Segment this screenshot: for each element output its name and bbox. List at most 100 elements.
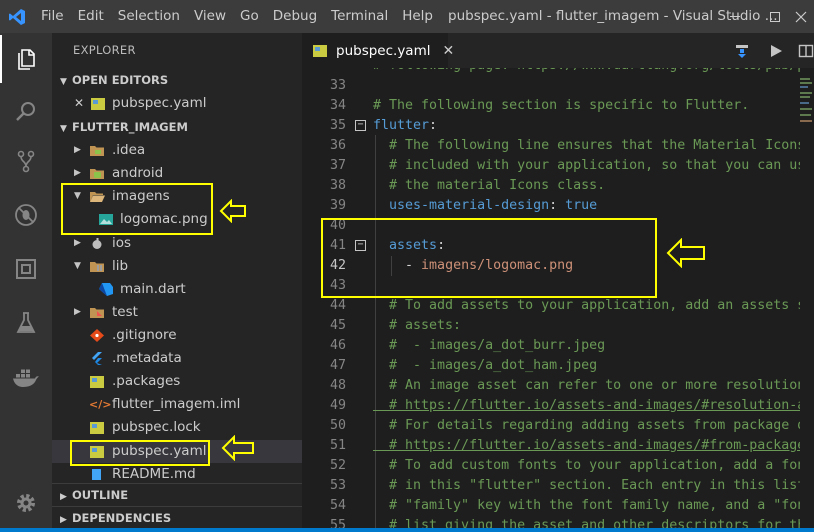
yaml-colon: : [549,198,558,213]
minimap-line [800,78,810,80]
title-bar: File Edit Selection View Go Debug Termin… [0,0,814,33]
open-editor-item[interactable]: ✕ pubspec.yaml [52,92,302,115]
code-text: # assets: [373,318,462,333]
line-number: 35 [329,118,346,133]
yaml-key: uses-material-design [389,198,550,213]
code-text: # the material Icons class. [373,178,606,193]
split-editor-icon [798,44,814,58]
split-editor-button[interactable] [796,41,814,61]
open-editors-label: OPEN EDITORS [72,73,169,87]
line-number: 50 [329,418,346,433]
code-text: # included with your application, so tha… [389,158,813,173]
settings-button[interactable] [0,479,52,527]
chevron-right-icon: ▶ [60,492,67,502]
project-header[interactable]: ▼ FLUTTER_IMAGEM [52,116,302,138]
tab-label: pubspec.yaml [336,42,431,59]
line-number: 48 [329,378,346,393]
close-icon [795,11,807,22]
close-window-button[interactable] [788,0,814,33]
fold-toggle-icon[interactable]: − [355,120,366,131]
code-line-34: 34 # The following section is specific to… [302,96,814,116]
code-editor[interactable]: # following page: https://www.dartlang.o… [302,68,814,532]
play-icon [771,45,782,57]
code-line-46: 46 # - images/a_dot_burr.jpeg [302,336,814,356]
minimize-icon [730,16,740,17]
source-control-view-button[interactable] [0,137,52,185]
code-line-33: 33 [302,76,814,96]
open-editor-label: pubspec.yaml [112,95,207,111]
dependencies-header[interactable]: ▶ DEPENDENCIES [52,506,302,528]
menu-edit[interactable]: Edit [71,0,111,33]
docker-view-button[interactable] [0,353,52,401]
code-line-44: 44 # To add assets to your application, … [302,296,814,316]
menu-view[interactable]: View [187,0,233,33]
tree-label: android [112,165,164,181]
menu-file[interactable]: File [34,0,71,33]
search-view-button[interactable] [0,87,52,135]
line-number: 34 [329,98,346,113]
code-line-48: 48 # An image asset can refer to one or … [302,376,814,396]
code-link[interactable]: # https://flutter.io/assets-and-images/#… [373,436,813,456]
menu-terminal[interactable]: Terminal [324,0,395,33]
tree-item-iml[interactable]: </> flutter_imagem.iml [52,393,302,416]
tree-item-pubspec-lock[interactable]: pubspec.lock [52,416,302,439]
open-changes-button[interactable] [732,41,752,61]
line-number: 44 [329,298,346,313]
open-editors-header[interactable]: ▼ OPEN EDITORS [52,69,302,91]
markdown-file-icon [89,467,105,482]
minimap[interactable] [800,68,814,532]
tree-label: main.dart [120,281,186,297]
annotation-arrow-icon [666,238,705,268]
code-text: # - images/a_dot_ham.jpeg [373,358,598,373]
tab-close-icon[interactable]: ✕ [442,43,454,59]
tree-item-lib[interactable]: ▼ lib [52,255,302,278]
menu-debug[interactable]: Debug [266,0,324,33]
explorer-view-button[interactable] [0,35,52,83]
code-line-37: 37 # included with your application, so … [302,156,814,176]
tree-item-gitignore[interactable]: .gitignore [52,324,302,347]
code-link[interactable]: # https://flutter.io/assets-and-images/#… [373,396,814,416]
tree-item-main-dart[interactable]: main.dart [52,278,302,301]
code-line-52: 52 # To add custom fonts to your applica… [302,456,814,476]
annotation-box-assets [321,218,657,298]
tree-item-metadata[interactable]: .metadata [52,347,302,370]
tab-pubspec-yaml[interactable]: pubspec.yaml ✕ [302,33,454,68]
menu-selection[interactable]: Selection [111,0,187,33]
code-line-38: 38 # the material Icons class. [302,176,814,196]
menu-help[interactable]: Help [395,0,440,33]
close-editor-icon[interactable]: ✕ [74,92,84,115]
line-number: 39 [329,198,346,213]
line-number: 45 [329,318,346,333]
run-button[interactable] [766,41,786,61]
chevron-right-icon: ▶ [74,307,81,317]
debug-view-button[interactable] [0,191,52,239]
tree-item-idea[interactable]: ▶ .idea [52,139,302,162]
project-label: FLUTTER_IMAGEM [72,120,188,134]
explorer-title: EXPLORER [73,43,136,57]
tree-label: .packages [112,373,181,389]
line-number: 36 [329,138,346,153]
menu-go[interactable]: Go [233,0,266,33]
outline-label: OUTLINE [72,488,129,502]
outline-header[interactable]: ▶ OUTLINE [52,483,302,505]
annotation-box-pubspec [70,440,210,466]
code-line-36: 36 # The following line ensures that the… [302,136,814,156]
minimize-button[interactable] [722,0,748,33]
restore-button[interactable] [762,0,788,33]
code-text: # An image asset can refer to one or mor… [389,378,814,393]
tree-item-packages[interactable]: .packages [52,370,302,393]
flutter-file-icon [89,351,105,366]
tree-item-test[interactable]: ▶ test [52,301,302,324]
tree-item-ios[interactable]: ▶ ios [52,232,302,255]
search-icon [16,102,35,121]
test-view-button[interactable] [0,299,52,347]
idea-folder-icon [89,143,105,158]
minimap-line [800,108,812,110]
chevron-down-icon: ▼ [74,261,81,271]
tree-item-android[interactable]: ▶ android [52,162,302,185]
code-line-50: 50 # For details regarding adding assets… [302,416,814,436]
yaml-colon: : [429,118,438,133]
extensions-view-button[interactable] [0,245,52,293]
code-text: # To add custom fonts to your applicatio… [389,458,814,473]
tree-label: .gitignore [112,327,177,343]
